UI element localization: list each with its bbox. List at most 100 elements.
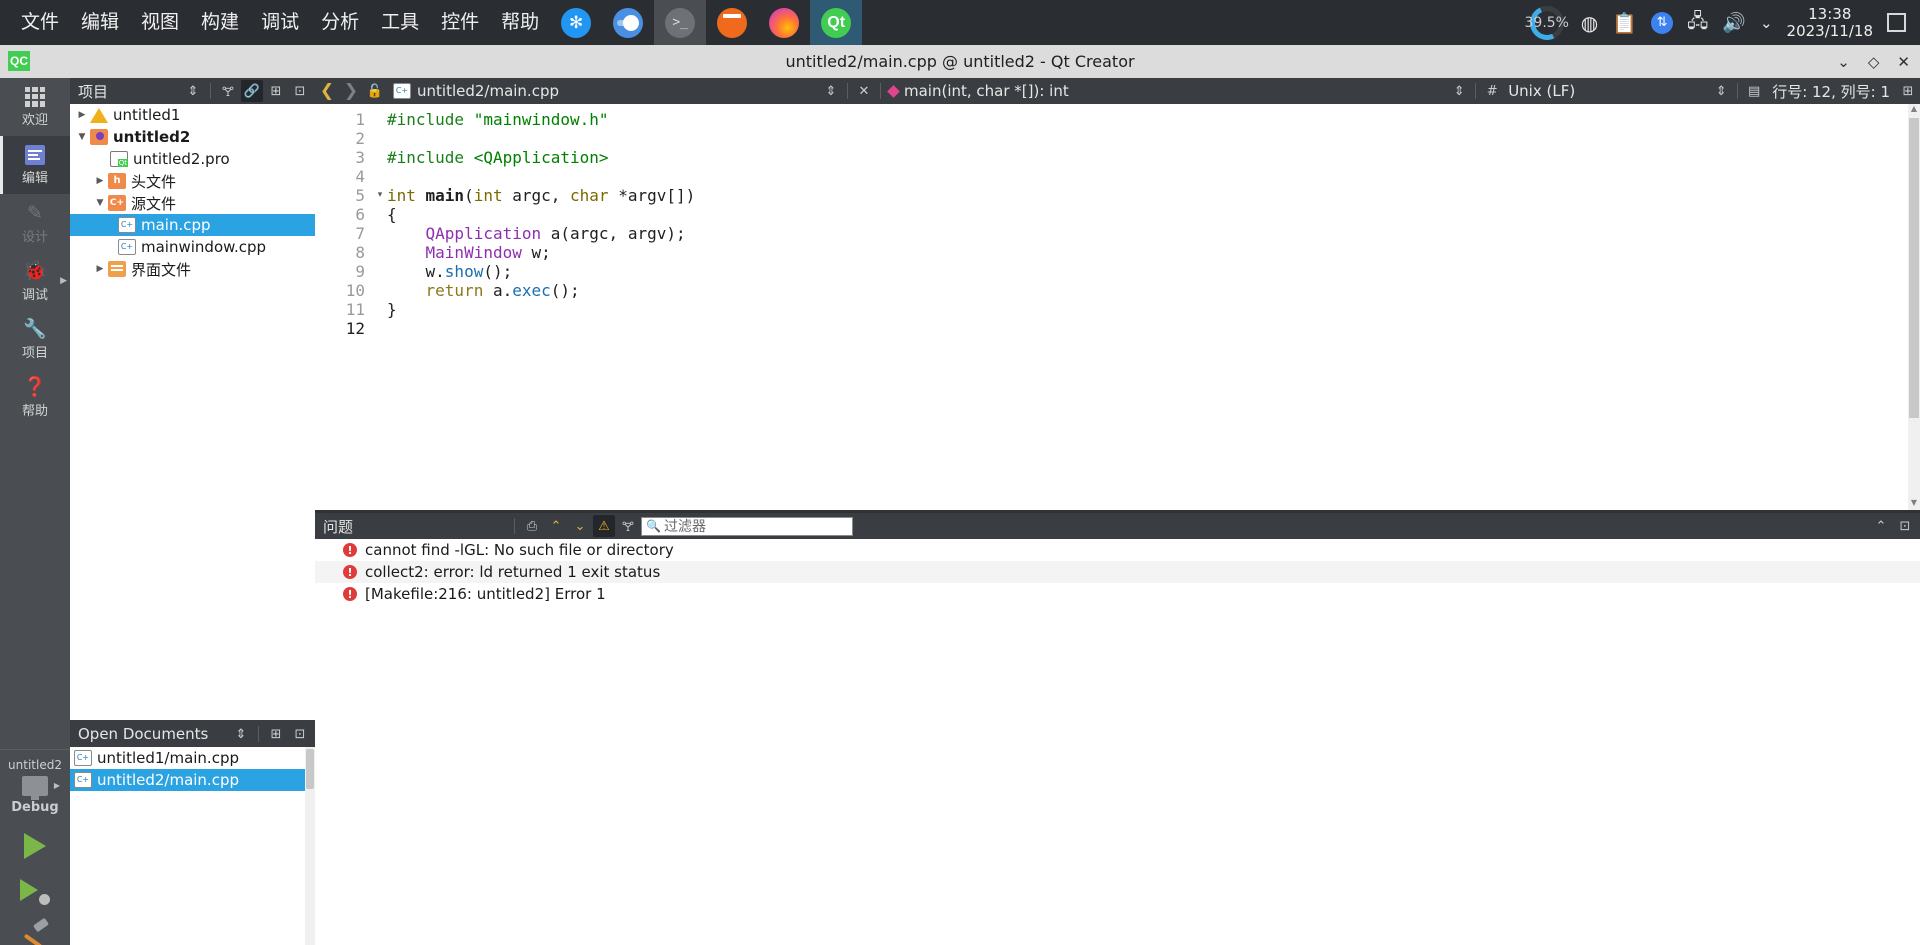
link-with-editor-icon[interactable]: 🔗 xyxy=(241,80,263,102)
orange-app-icon[interactable] xyxy=(706,0,758,45)
menu-build[interactable]: 构建 xyxy=(190,7,250,38)
tree-item-main-cpp[interactable]: C+ main.cpp xyxy=(70,214,315,236)
toggle-icon[interactable] xyxy=(602,0,654,45)
close-pane-icon[interactable]: ⊡ xyxy=(289,723,311,745)
tree-item-headers[interactable]: ▶ h 头文件 xyxy=(70,170,315,192)
editor-symbol-selector[interactable]: main(int, char *[]): int xyxy=(887,82,1069,100)
menu-file[interactable]: 文件 xyxy=(10,7,70,38)
open-document-row[interactable]: C+ untitled1/main.cpp xyxy=(70,747,315,769)
hash-icon[interactable]: # xyxy=(1480,79,1504,103)
start-debugging-button[interactable] xyxy=(20,877,50,905)
code-line[interactable]: w.show(); xyxy=(387,262,1920,281)
tree-item-untitled2[interactable]: ▼ untitled2 xyxy=(70,126,315,148)
mode-design[interactable]: ✎ 设计 xyxy=(0,194,70,252)
fold-marker[interactable]: ▾ xyxy=(373,186,387,205)
editor-line-ending[interactable]: Unix (LF) xyxy=(1508,82,1575,100)
code-line[interactable]: } xyxy=(387,300,1920,319)
editor-scrollbar[interactable]: ▲ ▼ xyxy=(1908,104,1920,510)
qt-creator-icon[interactable]: Qt xyxy=(810,0,863,45)
sync-icon[interactable]: ◍ xyxy=(1581,11,1598,35)
sort-filter-icon[interactable]: ⇕ xyxy=(182,80,204,102)
open-documents-scrollbar[interactable] xyxy=(305,747,315,945)
scroll-down-icon[interactable]: ▼ xyxy=(1908,498,1920,510)
terminal-icon[interactable]: >_ xyxy=(654,0,707,45)
sort-icon[interactable]: ⇕ xyxy=(230,723,252,745)
tree-item-mainwindow-cpp[interactable]: C+ mainwindow.cpp xyxy=(70,236,315,258)
mode-help[interactable]: ❓ 帮助 xyxy=(0,368,70,426)
expander-expanded-icon[interactable]: ▼ xyxy=(92,198,108,208)
issues-list[interactable]: ! cannot find -lGL: No such file or dire… xyxy=(315,539,1920,945)
code-line[interactable]: return a.exec(); xyxy=(387,281,1920,300)
code-line[interactable]: #include <QApplication> xyxy=(387,148,1920,167)
menu-debug[interactable]: 调试 xyxy=(250,7,310,38)
menu-widgets[interactable]: 控件 xyxy=(430,7,490,38)
next-item-icon[interactable]: ⌄ xyxy=(569,515,591,537)
open-documents-list[interactable]: C+ untitled1/main.cpp C+ untitled2/main.… xyxy=(70,747,315,945)
menu-view[interactable]: 视图 xyxy=(130,7,190,38)
build-button[interactable] xyxy=(21,917,50,945)
unlocked-icon[interactable]: 🔓 xyxy=(363,79,387,103)
issue-row[interactable]: ! cannot find -lGL: No such file or dire… xyxy=(315,539,1920,561)
project-tree[interactable]: ▶ untitled1 ▼ untitled2 untitled2.pro xyxy=(70,104,315,720)
menu-edit[interactable]: 编辑 xyxy=(70,7,130,38)
split-icon[interactable]: ⊞ xyxy=(265,723,287,745)
tree-item-forms[interactable]: ▶ 界面文件 xyxy=(70,258,315,280)
battery-indicator[interactable]: 39.5% xyxy=(1525,0,1569,45)
warning-filter-icon[interactable]: ⚠ xyxy=(593,515,615,537)
close-icon[interactable]: ⊡ xyxy=(1894,515,1916,537)
build-config-label[interactable]: Debug xyxy=(11,800,58,815)
copy-icon[interactable]: ⎙ xyxy=(521,515,543,537)
run-button[interactable] xyxy=(24,833,46,859)
kit-name[interactable]: untitled2 xyxy=(8,758,62,772)
tree-item-untitled2-pro[interactable]: untitled2.pro xyxy=(70,148,315,170)
line-ending-dropdown-icon[interactable]: ⇕ xyxy=(1709,79,1733,103)
code-line[interactable] xyxy=(387,319,1920,338)
network-icon[interactable]: 🖧 xyxy=(1687,7,1708,39)
filter-icon[interactable]: 🝖 xyxy=(217,80,239,102)
code-text[interactable]: #include "mainwindow.h" #include <QAppli… xyxy=(387,104,1920,510)
kde-icon[interactable]: ✻ xyxy=(550,0,602,45)
fold-marker-column[interactable]: ▾ xyxy=(373,104,387,510)
tree-item-sources[interactable]: ▼ C+ 源文件 xyxy=(70,192,315,214)
code-line[interactable]: QApplication a(argc, argv); xyxy=(387,224,1920,243)
mode-debug[interactable]: 🐞 调试 ▶ xyxy=(0,252,70,310)
expander-expanded-icon[interactable]: ▼ xyxy=(74,132,90,142)
close-pane-icon[interactable]: ⊡ xyxy=(289,80,311,102)
file-dropdown-icon[interactable]: ⇕ xyxy=(819,79,843,103)
code-line[interactable]: #include "mainwindow.h" xyxy=(387,110,1920,129)
chevron-down-icon[interactable]: ⌄ xyxy=(1760,14,1773,32)
chevron-right-icon[interactable]: ▶ xyxy=(54,781,60,790)
maximize-button[interactable]: ◇ xyxy=(1868,53,1880,71)
code-line[interactable] xyxy=(387,129,1920,148)
issues-filter-input[interactable]: 🔍 过滤器 xyxy=(641,516,853,536)
expander-collapsed-icon[interactable]: ▶ xyxy=(92,264,108,274)
volume-icon[interactable]: 🔊 xyxy=(1722,11,1746,34)
code-editor[interactable]: 1 2 3 4 5 6 7 8 9 10 11 12 ▾ #include "m… xyxy=(315,104,1920,510)
symbol-dropdown-icon[interactable]: ⇕ xyxy=(1447,79,1471,103)
menu-tools[interactable]: 工具 xyxy=(370,7,430,38)
previous-item-icon[interactable]: ⌃ xyxy=(545,515,567,537)
clock[interactable]: 13:38 2023/11/18 xyxy=(1787,5,1873,40)
forward-arrow-icon[interactable]: ❯ xyxy=(339,79,363,103)
issue-row[interactable]: ! collect2: error: ld returned 1 exit st… xyxy=(315,561,1920,583)
open-document-row[interactable]: C+ untitled2/main.cpp xyxy=(70,769,315,791)
tree-item-untitled1[interactable]: ▶ untitled1 xyxy=(70,104,315,126)
collapse-icon[interactable]: ⌃ xyxy=(1870,515,1892,537)
editor-file-selector[interactable]: C+ untitled2/main.cpp xyxy=(393,82,559,100)
show-desktop-icon[interactable] xyxy=(1887,13,1906,32)
minimize-button[interactable]: ⌄ xyxy=(1837,53,1850,71)
scroll-up-icon[interactable]: ▲ xyxy=(1908,104,1920,116)
close-icon[interactable]: ✕ xyxy=(852,79,876,103)
code-line[interactable]: MainWindow w; xyxy=(387,243,1920,262)
filter-icon[interactable]: 🝖 xyxy=(617,515,639,537)
expander-collapsed-icon[interactable]: ▶ xyxy=(92,176,108,186)
split-editor-icon[interactable]: ⊞ xyxy=(1896,79,1920,103)
firefox-icon[interactable] xyxy=(758,0,810,45)
menu-help[interactable]: 帮助 xyxy=(490,7,550,38)
update-icon[interactable]: ⇅ xyxy=(1651,11,1674,34)
mode-welcome[interactable]: 欢迎 xyxy=(0,78,70,136)
back-arrow-icon[interactable]: ❮ xyxy=(315,79,339,103)
issue-row[interactable]: ! [Makefile:216: untitled2] Error 1 xyxy=(315,583,1920,605)
code-line[interactable] xyxy=(387,167,1920,186)
menu-analyze[interactable]: 分析 xyxy=(310,7,370,38)
